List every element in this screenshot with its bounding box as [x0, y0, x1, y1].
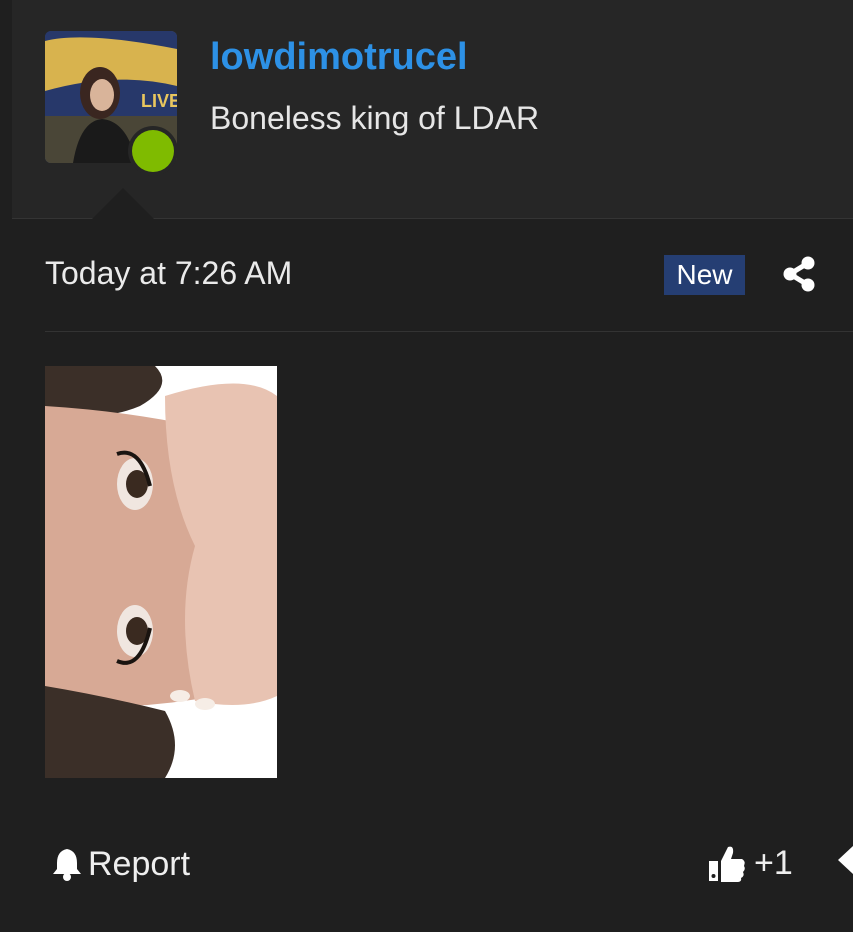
user-header: LIVE! lowdimotrucel Boneless king of LDA… [12, 0, 853, 219]
report-label: Report [88, 844, 191, 883]
share-icon [783, 256, 815, 292]
username-link[interactable]: lowdimotrucel [210, 36, 468, 79]
like-count: +1 [754, 843, 793, 882]
share-button[interactable] [781, 255, 817, 293]
bell-icon [53, 849, 81, 881]
online-status-indicator [132, 130, 174, 172]
user-block-pointer [92, 188, 154, 219]
new-badge: New [664, 255, 745, 295]
image-attachment[interactable] [45, 366, 277, 778]
post-container: LIVE! lowdimotrucel Boneless king of LDA… [0, 0, 853, 932]
like-button[interactable]: +1 [708, 840, 793, 886]
attachment-photo [45, 366, 277, 778]
post-timestamp[interactable]: Today at 7:26 AM [45, 255, 292, 292]
meta-divider [45, 331, 853, 332]
report-button[interactable]: Report [52, 842, 190, 886]
user-title: Boneless king of LDAR [210, 100, 540, 136]
avatar-caption: LIVE! [141, 91, 177, 111]
thumbs-up-icon [709, 846, 745, 882]
caret-left-icon[interactable] [838, 846, 853, 874]
